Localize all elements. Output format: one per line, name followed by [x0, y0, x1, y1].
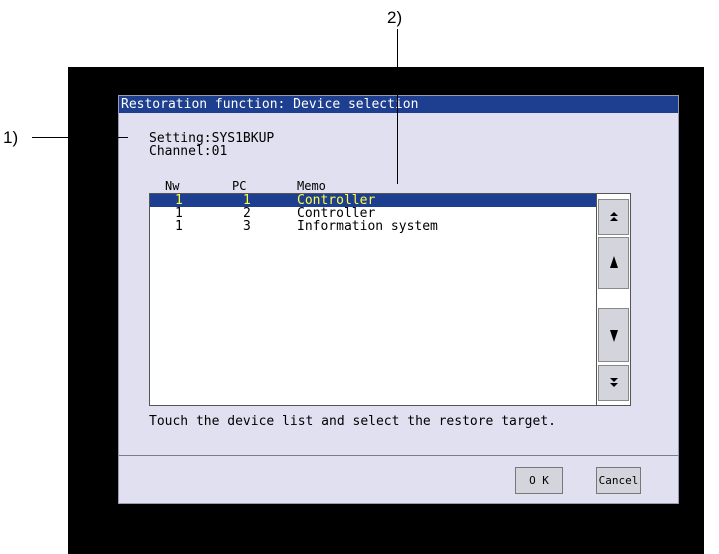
callout-1-leader-line — [32, 137, 128, 138]
double-up-arrow-icon — [609, 212, 618, 221]
list-scrollbar[interactable] — [596, 193, 631, 406]
callout-2-leader-line — [397, 29, 398, 184]
device-memo-cell: Information system — [297, 219, 438, 234]
instruction-message: Touch the device list and select the res… — [149, 414, 556, 429]
device-list[interactable]: 1 1 Controller 1 2 Controller 1 3 Information sy… — [149, 193, 597, 406]
footer-divider — [119, 455, 678, 456]
ok-button[interactable]: O K — [515, 467, 563, 494]
double-down-arrow-icon — [609, 378, 618, 387]
column-header-pc: PC — [232, 179, 247, 193]
callout-2-label: 2) — [387, 8, 403, 27]
column-header-memo: Memo — [297, 179, 326, 193]
device-pc-cell: 3 — [243, 219, 251, 234]
column-header-nw: Nw — [165, 179, 180, 193]
dialog-title: Restoration function: Device selection — [119, 96, 678, 113]
scroll-bottom-button[interactable] — [598, 365, 629, 401]
scroll-up-button[interactable] — [598, 237, 629, 289]
scroll-down-button[interactable] — [598, 308, 629, 362]
device-nw-cell: 1 — [175, 219, 183, 234]
up-arrow-icon — [609, 256, 618, 268]
device-selection-dialog: Restoration function: Device selection S… — [118, 95, 679, 504]
down-arrow-icon — [609, 330, 618, 342]
scroll-top-button[interactable] — [598, 199, 629, 235]
callout-1-label: 1) — [3, 128, 19, 147]
device-row[interactable]: 1 3 Information system — [150, 220, 596, 233]
cancel-button[interactable]: Cancel — [596, 467, 641, 494]
channel-label: Channel:01 — [149, 144, 228, 159]
